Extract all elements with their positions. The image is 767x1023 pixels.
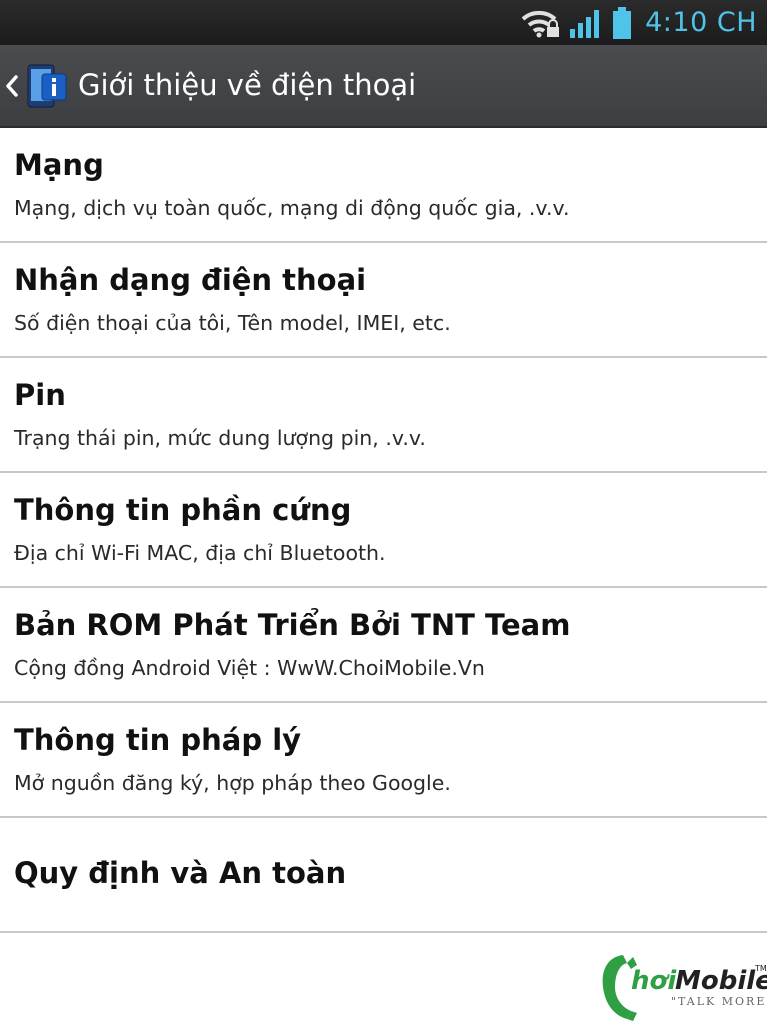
back-button[interactable]	[0, 45, 72, 126]
choimobile-logo: hơi Mobile TM "TALK MORE"	[602, 955, 767, 1021]
list-item-title: Pin	[14, 378, 66, 412]
wifi-lock-icon	[521, 10, 560, 37]
phone-info-icon	[27, 64, 67, 108]
list-item-title: Mạng	[14, 148, 104, 182]
status-icons: 4:10 CH	[521, 0, 757, 45]
settings-list: Mạng Mạng, dịch vụ toàn quốc, mạng di độ…	[0, 128, 767, 933]
svg-text:"TALK MORE": "TALK MORE"	[671, 995, 767, 1008]
list-item-summary: Trạng thái pin, mức dung lượng pin, .v.v…	[14, 426, 426, 450]
list-item-summary: Mạng, dịch vụ toàn quốc, mạng di động qu…	[14, 196, 570, 220]
action-bar: Giới thiệu về điện thoại	[0, 45, 767, 128]
screen: 4:10 CH Giới thiệu về điện thoại Mạng Mạ…	[0, 0, 767, 1023]
list-item-phone-identity[interactable]: Nhận dạng điện thoại Số điện thoại của t…	[0, 243, 767, 358]
status-time: 4:10 CH	[645, 7, 757, 38]
svg-text:Mobile: Mobile	[675, 966, 767, 996]
list-item-battery[interactable]: Pin Trạng thái pin, mức dung lượng pin, …	[0, 358, 767, 473]
svg-text:hơi: hơi	[631, 966, 677, 996]
list-item-title: Bản ROM Phát Triển Bởi TNT Team	[14, 608, 571, 642]
signal-icon	[570, 9, 600, 38]
list-item-rom-info[interactable]: Bản ROM Phát Triển Bởi TNT Team Cộng đồn…	[0, 588, 767, 703]
list-item-legal-info[interactable]: Thông tin pháp lý Mở nguồn đăng ký, hợp …	[0, 703, 767, 818]
list-item-title: Nhận dạng điện thoại	[14, 263, 367, 297]
list-item-network[interactable]: Mạng Mạng, dịch vụ toàn quốc, mạng di độ…	[0, 128, 767, 243]
list-item-summary: Mở nguồn đăng ký, hợp pháp theo Google.	[14, 771, 451, 795]
chevron-left-icon	[6, 75, 18, 97]
list-item-title: Thông tin phần cứng	[14, 493, 352, 527]
list-item-safety-regulations[interactable]: Quy định và An toàn	[0, 818, 767, 933]
list-item-title: Quy định và An toàn	[14, 856, 347, 890]
list-item-summary: Cộng đồng Android Việt : WwW.ChoiMobile.…	[14, 656, 485, 680]
list-item-hardware-info[interactable]: Thông tin phần cứng Địa chỉ Wi-Fi MAC, đ…	[0, 473, 767, 588]
battery-icon	[613, 6, 632, 39]
list-item-title: Thông tin pháp lý	[14, 723, 302, 757]
list-item-summary: Số điện thoại của tôi, Tên model, IMEI, …	[14, 311, 451, 335]
status-bar: 4:10 CH	[0, 0, 767, 45]
list-item-summary: Địa chỉ Wi-Fi MAC, địa chỉ Bluetooth.	[14, 541, 386, 565]
svg-text:TM: TM	[754, 964, 767, 973]
page-title: Giới thiệu về điện thoại	[78, 68, 417, 102]
